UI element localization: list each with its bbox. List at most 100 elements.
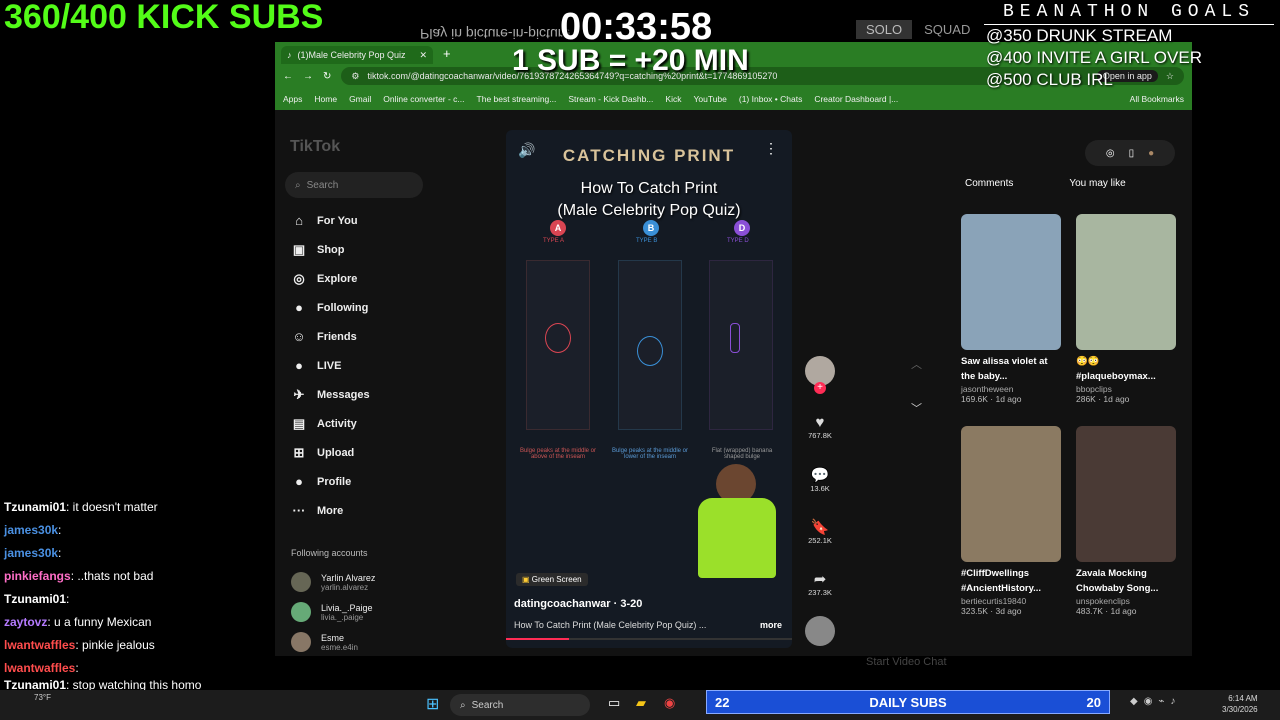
video-title-overlay: How To Catch Print (Male Celebrity Pop Q… xyxy=(557,180,741,219)
chrome-icon[interactable]: ◉ xyxy=(664,695,675,711)
creator-figure xyxy=(698,498,776,578)
compass-icon: ◎ xyxy=(293,271,305,286)
upload-icon: ⊞ xyxy=(293,445,305,460)
nav-for-you[interactable]: ⌂ For You xyxy=(291,213,357,228)
bookmark-item[interactable]: Apps xyxy=(283,94,302,104)
nav-friends[interactable]: ☺ Friends xyxy=(291,329,356,344)
reload-icon[interactable]: ↻ xyxy=(323,71,331,82)
sound-disc[interactable] xyxy=(805,616,835,646)
close-icon[interactable]: ✕ xyxy=(419,50,427,61)
task-view-icon[interactable]: ▭ xyxy=(608,695,620,711)
chat-message: james30k: xyxy=(4,546,62,560)
coin-icon[interactable]: ◎ xyxy=(1106,148,1115,159)
new-tab-icon[interactable]: + xyxy=(443,46,451,61)
pip-text: Play in picture-in-picture xyxy=(420,26,571,42)
following-account[interactable]: Livia._.Paige livia._.paige xyxy=(291,602,373,622)
search-input[interactable]: ⌕ Search xyxy=(285,172,423,198)
save-button[interactable]: 🔖 252.1K xyxy=(805,518,835,545)
browser-tab[interactable]: ♪ (1)Male Celebrity Pop Quiz ✕ xyxy=(281,46,433,64)
profile-avatar-icon: ● xyxy=(295,474,303,489)
more-link[interactable]: more xyxy=(760,620,782,630)
chat-message: Tzunami01: xyxy=(4,592,70,606)
taskbar-search[interactable]: ⌕ Search xyxy=(450,694,590,716)
chat-message: james30k: xyxy=(4,523,62,537)
nav-profile[interactable]: ● Profile xyxy=(291,474,351,489)
chevron-down-icon[interactable]: ﹀ xyxy=(911,400,922,416)
type-b-label: B xyxy=(643,220,659,236)
recommended-video[interactable]: #CliffDwellings #AncientHistory... bertie… xyxy=(961,426,1061,616)
nav-upload[interactable]: ⊞ Upload xyxy=(291,445,355,461)
comment-button[interactable]: 💬 13.6K xyxy=(805,466,835,493)
bookmark-item[interactable]: YouTube xyxy=(693,94,726,104)
diagram-type-b xyxy=(618,260,682,430)
start-video-chat[interactable]: Start Video Chat xyxy=(866,656,947,668)
recommended-video[interactable]: Saw alissa violet at the baby... jasonthe… xyxy=(961,214,1061,404)
chat-message: pinkiefangs: ..thats not bad xyxy=(4,569,154,583)
daily-subs-target: 20 xyxy=(1086,694,1101,710)
tab-you-may-like[interactable]: You may like xyxy=(1069,178,1125,189)
daily-subs-bar: 22 DAILY SUBS 20 xyxy=(706,690,1110,714)
like-button[interactable]: ♥ 767.8K xyxy=(805,414,835,440)
bookmark-item[interactable]: Creator Dashboard |... xyxy=(814,94,898,104)
bookmark-item[interactable]: Online converter - c... xyxy=(383,94,464,104)
bookmark-item[interactable]: Home xyxy=(314,94,337,104)
forward-icon[interactable]: → xyxy=(303,71,313,82)
system-tray-icons[interactable]: ◆◉⌁♪ xyxy=(1130,696,1181,707)
diagram-type-a xyxy=(526,260,590,430)
weather-widget[interactable]: 73°F xyxy=(34,693,51,702)
nav-following[interactable]: ● Following xyxy=(291,300,368,315)
type-d-label: D xyxy=(734,220,750,236)
nav-messages[interactable]: ✈ Messages xyxy=(291,387,370,403)
chat-message: zaytovz: u a funny Mexican xyxy=(4,615,152,629)
following-account[interactable]: Esme esme.e4in xyxy=(291,632,358,652)
top-actions: ◎ ▯ ● xyxy=(1085,140,1175,166)
tab-comments[interactable]: Comments xyxy=(965,178,1013,189)
goals-title: BEANATHON GOALS xyxy=(984,2,1274,25)
back-icon[interactable]: ← xyxy=(283,71,293,82)
tab-squad[interactable]: SQUAD xyxy=(914,20,980,39)
browser-window: ♪ (1)Male Celebrity Pop Quiz ✕ + ← → ↻ ⚙… xyxy=(275,42,1192,656)
video-author[interactable]: datingcoachanwar · 3-20 xyxy=(514,598,642,610)
type-d-text: TYPE D xyxy=(727,238,749,244)
windows-start-icon[interactable]: ⊞ xyxy=(426,694,439,714)
nav-explore[interactable]: ◎ Explore xyxy=(291,271,357,287)
recommended-video[interactable]: Zavala Mocking Chowbaby Song... unspokenc… xyxy=(1076,426,1176,616)
more-icon: ··· xyxy=(292,503,306,518)
bookmark-item[interactable]: Stream - Kick Dashb... xyxy=(568,94,653,104)
goals-panel: BEANATHON GOALS @350 DRUNK STREAM @400 I… xyxy=(984,2,1274,91)
file-explorer-icon[interactable]: ▰ xyxy=(636,695,646,711)
follow-plus-icon[interactable]: + xyxy=(814,382,826,394)
site-info-icon[interactable]: ⚙ xyxy=(351,71,359,82)
home-icon: ⌂ xyxy=(295,213,303,228)
video-player[interactable]: 🔊 ⋮ CATCHING PRINT How To Catch Print (M… xyxy=(506,130,792,648)
nav-more[interactable]: ··· More xyxy=(291,503,344,518)
bookmark-item[interactable]: Kick xyxy=(665,94,681,104)
daily-subs-label: DAILY SUBS xyxy=(869,694,947,710)
phone-icon[interactable]: ▯ xyxy=(1129,148,1135,159)
bookmark-item[interactable]: The best streaming... xyxy=(477,94,557,104)
live-icon: ● xyxy=(295,358,303,373)
video-progress[interactable] xyxy=(506,638,569,640)
video-caption: How To Catch Print (Male Celebrity Pop Q… xyxy=(514,620,707,630)
tab-solo[interactable]: SOLO xyxy=(856,20,913,39)
bookmark-icon: 🔖 xyxy=(810,519,830,536)
video-thumbnail xyxy=(961,426,1061,562)
following-account[interactable]: Yarlin Alvarez yarlin.alvarez xyxy=(291,572,375,592)
chat-panel: Tzunami01: it doesn't matter james30k: j… xyxy=(4,496,274,697)
chevron-up-icon[interactable]: ︿ xyxy=(911,356,922,372)
bookmark-item[interactable]: (1) Inbox • Chats xyxy=(739,94,802,104)
nav-shop[interactable]: ▣ Shop xyxy=(291,242,345,258)
clock[interactable]: 6:14 AM 3/30/2026 xyxy=(1222,693,1258,715)
recommended-video[interactable]: 😳😳 #plaqueboymax... bbopclips 286K · 1d ag… xyxy=(1076,214,1176,404)
tab-title: (1)Male Celebrity Pop Quiz xyxy=(297,50,406,60)
share-button[interactable]: ➦ 237.3K xyxy=(805,570,835,597)
all-bookmarks[interactable]: All Bookmarks xyxy=(1130,94,1184,104)
avatar[interactable]: ● xyxy=(1148,148,1154,159)
nav-live[interactable]: ● LIVE xyxy=(291,358,341,373)
tiktok-logo[interactable]: TikTok xyxy=(290,138,340,156)
following-accounts-header: Following accounts xyxy=(291,548,368,558)
nav-activity[interactable]: ▤ Activity xyxy=(291,416,357,432)
avatar xyxy=(291,632,311,652)
green-screen-tag[interactable]: ▣ Green Screen xyxy=(516,573,588,586)
bookmark-item[interactable]: Gmail xyxy=(349,94,371,104)
